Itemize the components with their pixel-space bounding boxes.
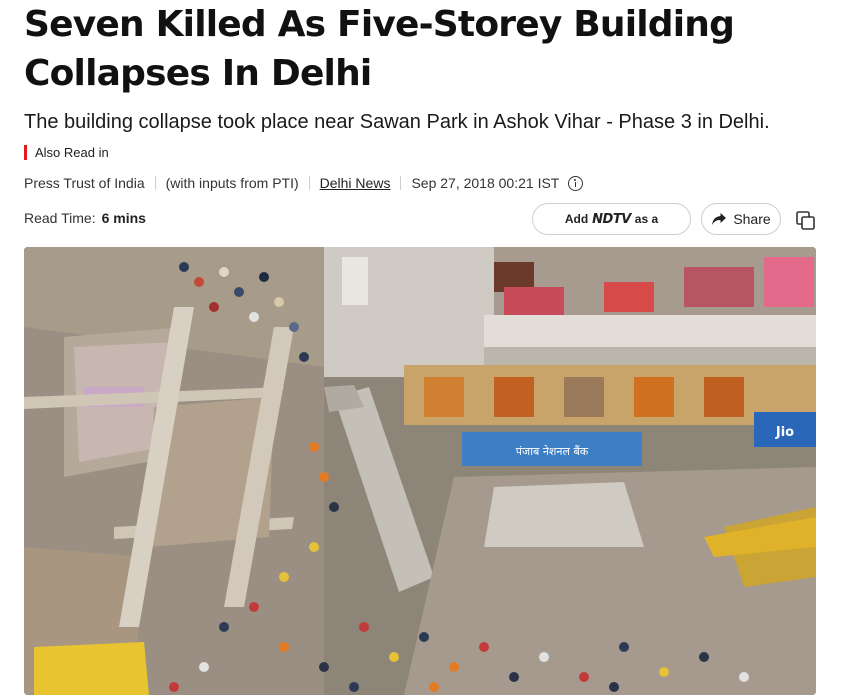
copy-icon[interactable] [795, 210, 817, 232]
meta-divider [400, 176, 402, 190]
jio-sign-text: Jio [775, 425, 794, 440]
add-ndtv-button[interactable]: Add NDTV as a [532, 203, 691, 235]
read-time: Read Time: 6 mins [24, 210, 146, 226]
article-meta: Press Trust of India (with inputs from P… [24, 173, 584, 193]
publish-timestamp: Sep 27, 2018 00:21 IST [411, 175, 560, 191]
meta-divider [154, 176, 156, 190]
bank-sign-text: पंजाब नेशनल बैंक [516, 445, 589, 458]
author-name: Press Trust of India [24, 175, 145, 191]
hero-image: पंजाब नेशनल बैंक Jio [24, 247, 816, 695]
add-suffix: as a [634, 212, 659, 226]
category-link[interactable]: Delhi News [320, 175, 391, 191]
inputs-note: (with inputs from PTI) [165, 175, 299, 191]
also-read-label: Also Read in [35, 145, 109, 160]
read-time-label: Read Time: [24, 210, 96, 226]
subheadline: The building collapse took place near Sa… [24, 111, 770, 133]
meta-divider [308, 176, 310, 190]
also-read-accent-bar [24, 145, 27, 160]
share-arrow-icon [712, 213, 727, 225]
share-button[interactable]: Share [701, 203, 781, 235]
also-read[interactable]: Also Read in [24, 144, 109, 161]
headline: Seven Killed As Five-Storey Building Col… [24, 4, 735, 94]
ndtv-logo: NDTV [592, 211, 631, 227]
share-label: Share [733, 211, 771, 227]
read-time-value: 6 mins [101, 210, 146, 226]
info-icon[interactable] [568, 175, 584, 191]
building-collapse-photo: पंजाब नेशनल बैंक Jio [24, 247, 816, 695]
add-prefix: Add [564, 212, 589, 226]
